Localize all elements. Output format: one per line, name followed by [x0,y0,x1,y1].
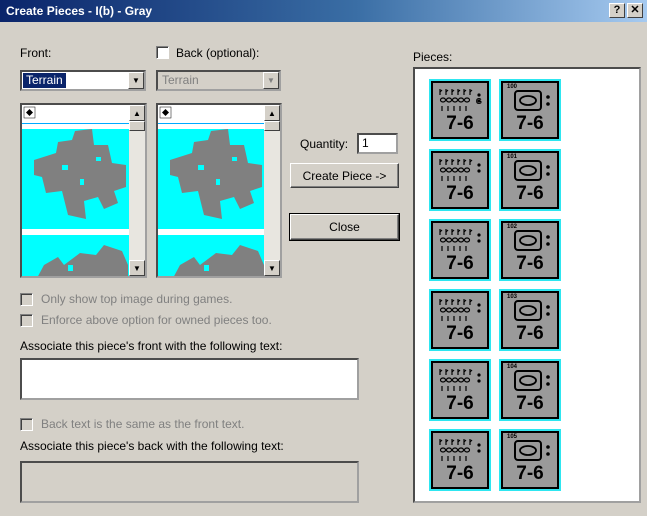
combat-factor: 7-6 [516,113,544,134]
counter-face: 7-6 101 [503,153,557,207]
back-checkbox[interactable] [156,46,169,59]
piece-counter-back[interactable]: 7-6 103 [499,289,561,351]
piece-counter-front[interactable]: 7-6 [429,359,491,421]
help-button[interactable]: ? [609,3,625,18]
combat-factor: 7-6 [516,323,544,344]
close-button[interactable]: Close [289,213,400,241]
back-same-label: Back text is the same as the front text. [41,417,245,431]
piece-counter-front[interactable]: 7-6 [429,429,491,491]
piece-number: 101 [507,154,518,160]
scroll-up-icon[interactable]: ▲ [129,105,145,121]
infantry-unit-icon [439,299,481,321]
piece-counter-front[interactable]: 7-6 G [429,79,491,141]
armor-unit-icon [514,370,550,391]
counter-face: 7-6 [433,153,487,207]
quantity-label: Quantity: [300,137,349,151]
infantry-unit-icon [439,439,481,461]
combat-factor: 7-6 [446,463,474,484]
infantry-unit-icon [439,369,481,391]
piece-number: 102 [507,224,518,230]
piece-counter-front[interactable]: 7-6 [429,219,491,281]
counter-face: 7-6 105 [503,433,557,487]
counter-face: 7-6 [433,223,487,277]
back-label: Back (optional): [176,46,260,60]
combat-factor: 7-6 [446,113,474,134]
front-image-set-combo[interactable]: Terrain ▼ [20,70,146,91]
piece-counter-back[interactable]: 7-6 100 [499,79,561,141]
counter-face: 7-6 103 [503,293,557,347]
back-image-set-combo[interactable]: Terrain ▼ [156,70,281,91]
only-top-image-checkbox[interactable] [20,293,33,306]
armor-unit-icon [514,300,550,321]
front-terrain-tiles [22,106,129,276]
back-image-list[interactable]: ▲ ▼ [156,103,282,278]
scroll-down-icon[interactable]: ▼ [129,260,145,276]
piece-number: 104 [507,364,518,370]
piece-counter-back[interactable]: 7-6 102 [499,219,561,281]
combat-factor: 7-6 [516,183,544,204]
enforce-owned-checkbox[interactable] [20,314,33,327]
infantry-unit-icon [439,159,481,181]
grade-mark: G [475,97,482,106]
enforce-owned-label: Enforce above option for owned pieces to… [41,313,272,327]
infantry-unit-icon [439,229,481,251]
combat-factor: 7-6 [446,323,474,344]
piece-counter-back[interactable]: 7-6 104 [499,359,561,421]
combat-factor: 7-6 [446,183,474,204]
counter-face: 7-6 100 [503,83,557,137]
front-text-input[interactable] [20,358,359,400]
back-combo-value: Terrain [162,73,199,87]
counter-face: 7-6 102 [503,223,557,277]
armor-unit-icon [514,440,550,461]
back-list-scrollbar[interactable]: ▲ ▼ [264,105,280,276]
piece-number: 103 [507,294,518,300]
back-text-label: Associate this piece's back with the fol… [20,439,284,453]
back-same-checkbox[interactable] [20,418,33,431]
armor-unit-icon [514,160,550,181]
front-text-label: Associate this piece's front with the fo… [20,339,283,353]
piece-number: 105 [507,434,518,440]
piece-number: 100 [507,84,518,90]
combat-factor: 7-6 [446,253,474,274]
create-piece-button[interactable]: Create Piece -> [290,163,399,188]
quantity-input[interactable]: 1 [357,133,398,154]
chevron-down-icon[interactable]: ▼ [263,72,279,89]
chevron-down-icon[interactable]: ▼ [128,72,144,89]
back-terrain-tiles [158,106,264,276]
front-image-list[interactable]: ▲ ▼ [20,103,147,278]
close-window-button[interactable]: ✕ [627,3,643,18]
scroll-thumb[interactable] [129,121,145,131]
pieces-list[interactable]: 7-6 G 7-6 100 7-6 7-6 101 7-6 7-6 102 7-… [413,67,641,503]
pieces-label: Pieces: [413,50,453,64]
piece-counter-back[interactable]: 7-6 105 [499,429,561,491]
combat-factor: 7-6 [516,463,544,484]
counter-face: 7-6 104 [503,363,557,417]
piece-counter-front[interactable]: 7-6 [429,149,491,211]
front-list-scrollbar[interactable]: ▲ ▼ [129,105,145,276]
counter-face: 7-6 [433,293,487,347]
front-combo-value: Terrain [23,73,66,88]
combat-factor: 7-6 [446,393,474,414]
window-title: Create Pieces - I(b) - Gray [6,4,153,18]
front-label: Front: [20,46,52,60]
armor-unit-icon [514,230,550,251]
counter-face: 7-6 [433,363,487,417]
only-top-image-label: Only show top image during games. [41,292,233,306]
title-bar: Create Pieces - I(b) - Gray ? ✕ [0,0,647,22]
back-text-input[interactable] [20,461,359,503]
piece-counter-front[interactable]: 7-6 [429,289,491,351]
counter-face: 7-6 [433,433,487,487]
combat-factor: 7-6 [516,253,544,274]
armor-unit-icon [514,90,550,111]
scroll-down-icon[interactable]: ▼ [264,260,280,276]
piece-counter-back[interactable]: 7-6 101 [499,149,561,211]
scroll-up-icon[interactable]: ▲ [264,105,280,121]
counter-face: 7-6 G [433,83,487,137]
combat-factor: 7-6 [516,393,544,414]
scroll-thumb[interactable] [264,121,280,131]
